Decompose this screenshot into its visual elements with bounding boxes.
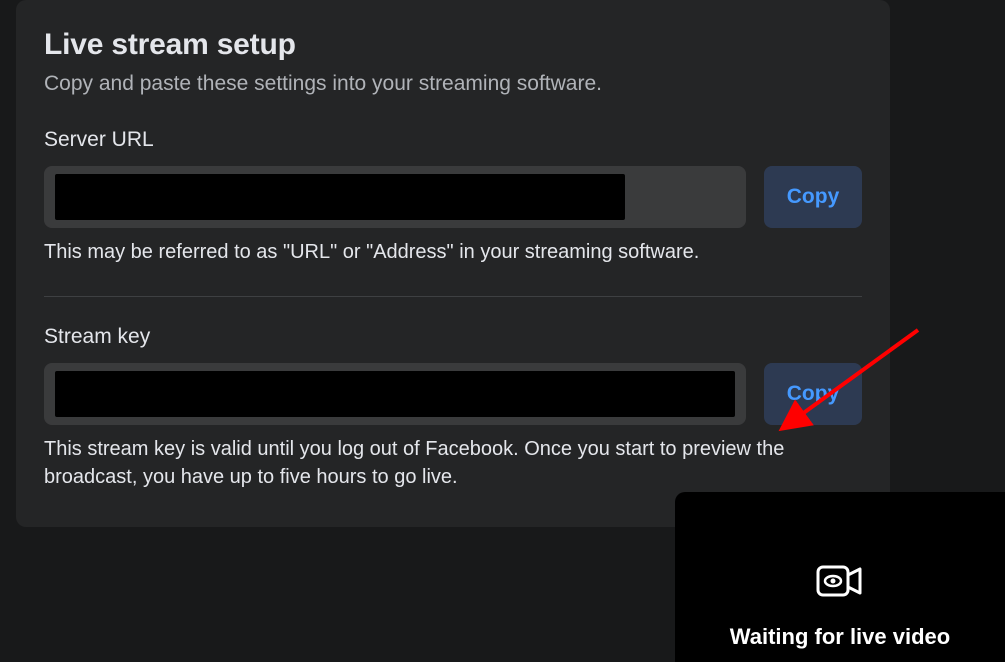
stream-key-redacted <box>55 371 735 417</box>
section-divider <box>44 296 862 297</box>
server-url-row: Copy <box>44 166 862 228</box>
server-url-label: Server URL <box>44 128 862 152</box>
copy-server-url-button[interactable]: Copy <box>764 166 862 228</box>
stream-key-input[interactable] <box>44 363 746 425</box>
server-url-redacted <box>55 174 625 220</box>
server-url-help: This may be referred to as "URL" or "Add… <box>44 238 862 266</box>
stream-key-help: This stream key is valid until you log o… <box>44 435 862 491</box>
waiting-panel: Waiting for live video <box>675 492 1005 662</box>
stream-key-row: Copy <box>44 363 862 425</box>
camera-eye-icon <box>816 563 864 604</box>
waiting-text: Waiting for live video <box>730 624 950 650</box>
stream-key-label: Stream key <box>44 325 862 349</box>
live-stream-setup-panel: Live stream setup Copy and paste these s… <box>16 0 890 527</box>
panel-subtitle: Copy and paste these settings into your … <box>44 72 862 96</box>
stream-key-section: Stream key Copy This stream key is valid… <box>44 325 862 491</box>
panel-title: Live stream setup <box>44 28 862 62</box>
server-url-section: Server URL Copy This may be referred to … <box>44 128 862 266</box>
server-url-input[interactable] <box>44 166 746 228</box>
copy-stream-key-button[interactable]: Copy <box>764 363 862 425</box>
